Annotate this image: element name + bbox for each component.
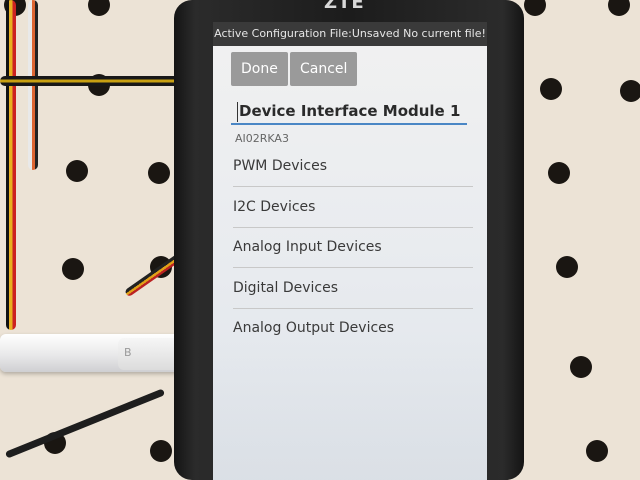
menu-item-i2c-devices[interactable]: I2C Devices	[233, 187, 473, 228]
peg-hole	[620, 80, 640, 102]
jumper-wire	[6, 0, 16, 330]
field-underline	[231, 123, 467, 125]
module-serial: AI02RKA3	[235, 132, 289, 145]
peg-hole	[62, 258, 84, 280]
menu-item-pwm-devices[interactable]: PWM Devices	[233, 146, 473, 187]
text-cursor	[237, 102, 238, 122]
jumper-wire	[0, 76, 180, 86]
peg-hole	[608, 0, 630, 16]
screen-glare	[213, 340, 487, 480]
module-name-field[interactable]: Device Interface Module 1	[239, 102, 460, 120]
peg-hole	[150, 440, 172, 462]
done-button[interactable]: Done	[231, 52, 288, 86]
menu-item-analog-input-devices[interactable]: Analog Input Devices	[233, 227, 473, 268]
peg-hole	[540, 78, 562, 100]
peg-hole	[570, 356, 592, 378]
status-bar: Active Configuration File:Unsaved No cur…	[213, 22, 487, 46]
peg-hole	[556, 256, 578, 278]
peg-hole	[88, 0, 110, 16]
peg-hole	[548, 162, 570, 184]
peg-hole	[66, 160, 88, 182]
peg-hole	[148, 162, 170, 184]
cancel-button[interactable]: Cancel	[290, 52, 358, 86]
cable-mark: B	[124, 346, 132, 359]
peg-hole	[524, 0, 546, 16]
peg-hole	[586, 440, 608, 462]
menu-item-digital-devices[interactable]: Digital Devices	[233, 268, 473, 309]
brand-logo: ZTE	[324, 0, 365, 13]
